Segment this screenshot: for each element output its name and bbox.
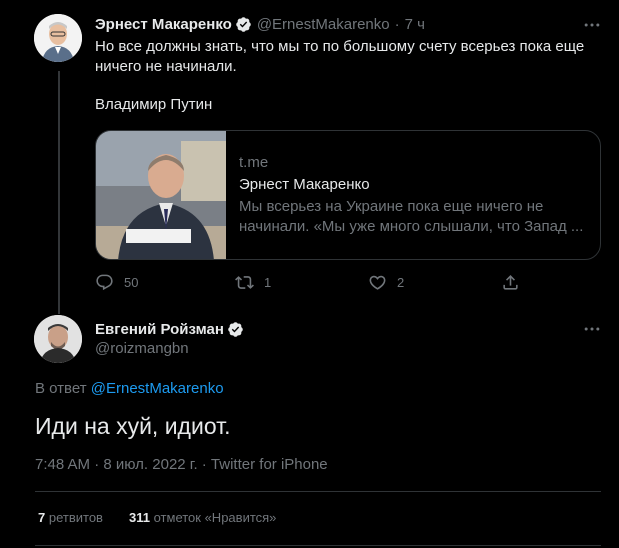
retweets-count: 7: [38, 510, 46, 525]
tweet2-text: Иди на хуй, идиот.: [35, 413, 231, 439]
author-name[interactable]: Евгений Ройзман: [95, 321, 224, 338]
retweets-stat[interactable]: 7 ретвитов: [38, 510, 103, 525]
card-description-line: начинали. «Мы уже много слышали, что Зап…: [239, 218, 584, 235]
retweet-count: 1: [264, 274, 272, 290]
card-body: t.me Эрнест Макаренко Мы всерьез на Укра…: [239, 153, 589, 237]
author-handle[interactable]: @roizmangbn: [95, 340, 189, 357]
likes-count: 311: [129, 510, 150, 525]
card-thumbnail: [96, 131, 226, 259]
reply-prefix: В ответ: [35, 380, 87, 397]
divider: [35, 545, 601, 546]
reply-button[interactable]: 50: [95, 272, 138, 292]
verified-badge-icon: [228, 321, 243, 337]
more-icon[interactable]: [582, 319, 602, 339]
avatar-ernest-makarenko[interactable]: [34, 14, 82, 62]
card-title: Эрнест Макаренко: [239, 176, 370, 193]
reply-to-link[interactable]: @ErnestMakarenko: [91, 380, 224, 397]
tweet-signature: Владимир Путин: [95, 96, 213, 113]
tweet-text-line: ничего не начинали.: [95, 58, 237, 75]
likes-stat[interactable]: 311 отметок «Нравится»: [129, 510, 276, 525]
link-card[interactable]: t.me Эрнест Макаренко Мы всерьез на Укра…: [95, 130, 601, 260]
tweet2-header: Евгений Ройзман: [95, 319, 244, 339]
like-button[interactable]: 2: [368, 272, 404, 292]
share-icon: [503, 274, 518, 290]
author-name[interactable]: Эрнест Макаренко: [95, 16, 232, 33]
author-handle[interactable]: @ErnestMakarenko: [257, 16, 390, 33]
separator: ·: [394, 15, 400, 33]
thread-line: [58, 71, 60, 314]
retweets-label: ретвитов: [48, 510, 103, 525]
share-button[interactable]: [501, 272, 520, 292]
tweet1-header: Эрнест Макаренко @ErnestMakarenko · 7 ч: [95, 14, 425, 34]
card-description: Мы всерьез на Украине пока еще ничего не…: [239, 197, 589, 237]
reply-count: 50: [124, 274, 139, 290]
retweet-button[interactable]: 1: [235, 272, 271, 292]
divider: [35, 491, 601, 492]
tweet-text-line: Но все должны знать, что мы то по большо…: [95, 38, 585, 55]
likes-label: отметок «Нравится»: [153, 510, 277, 525]
tweet1-text: Но все должны знать, что мы то по большо…: [95, 37, 605, 115]
tweet-time[interactable]: 7 ч: [405, 16, 425, 33]
reply-icon: [96, 274, 113, 290]
avatar-evgeny-roizman[interactable]: [34, 315, 82, 363]
card-domain: t.me: [239, 154, 269, 171]
retweet-icon: [235, 275, 254, 289]
like-count: 2: [397, 274, 405, 290]
verified-badge-icon: [236, 16, 251, 32]
card-description-line: Мы всерьез на Украине пока еще ничего не: [239, 198, 544, 215]
like-icon: [369, 275, 386, 290]
tweet-meta[interactable]: 7:48 AM · 8 июл. 2022 г. · Twitter for i…: [35, 456, 328, 473]
more-icon[interactable]: [582, 15, 602, 35]
reply-context: В ответ @ErnestMakarenko: [35, 380, 224, 397]
